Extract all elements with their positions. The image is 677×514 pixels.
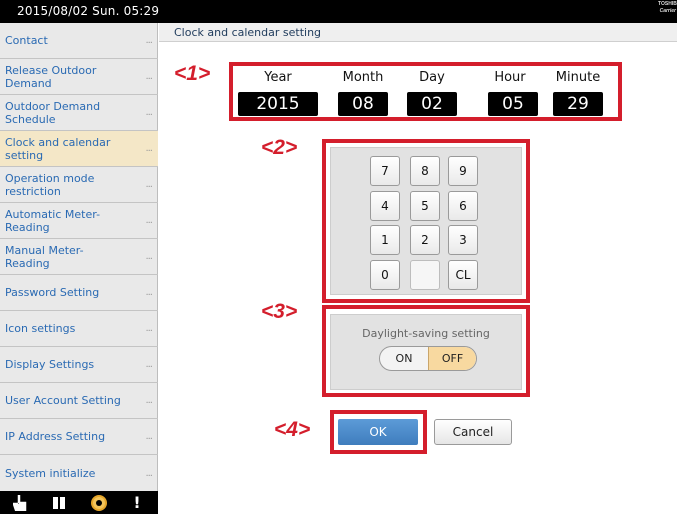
daylight-on-option[interactable]: ON bbox=[380, 347, 428, 370]
more-dots-icon: ... bbox=[145, 323, 152, 334]
key-blank bbox=[410, 260, 440, 290]
sidebar-item-system-initialize[interactable]: System initialize ... bbox=[0, 455, 158, 491]
daylight-saving-panel: Daylight-saving setting ON OFF bbox=[330, 314, 522, 390]
more-dots-icon: ... bbox=[145, 107, 152, 118]
sidebar-item-clock-calendar[interactable]: Clock and calendar setting ... bbox=[0, 131, 158, 167]
key-1[interactable]: 1 bbox=[370, 225, 400, 255]
hour-label: Hour bbox=[494, 70, 526, 85]
sidebar-item-label: Clock and calendar setting bbox=[5, 135, 111, 162]
keypad-panel: 7 8 9 4 5 6 1 2 3 0 CL bbox=[330, 147, 522, 295]
sidebar-item-contact[interactable]: Contact ... bbox=[0, 23, 158, 59]
daylight-off-option[interactable]: OFF bbox=[428, 347, 476, 370]
alert-icon[interactable]: ! bbox=[130, 494, 144, 511]
sidebar-item-label: Operation mode restriction bbox=[5, 171, 95, 198]
sidebar-item-label: IP Address Setting bbox=[5, 430, 106, 443]
bottom-icon-bar: ! bbox=[0, 491, 158, 514]
callout-1: <1> bbox=[174, 62, 211, 85]
callout-3: <3> bbox=[261, 300, 298, 323]
brand-logo-line2: Carrier bbox=[659, 8, 676, 14]
minute-field[interactable]: 29 bbox=[553, 92, 603, 116]
callout-2: <2> bbox=[261, 136, 298, 159]
sidebar-item-display-settings[interactable]: Display Settings ... bbox=[0, 347, 158, 383]
sidebar-item-label: Display Settings bbox=[5, 358, 95, 371]
sidebar-item-user-account-setting[interactable]: User Account Setting ... bbox=[0, 383, 158, 419]
sidebar-item-label: Release Outdoor Demand bbox=[5, 63, 97, 90]
key-5[interactable]: 5 bbox=[410, 191, 440, 221]
more-dots-icon: ... bbox=[145, 431, 152, 442]
cancel-button[interactable]: Cancel bbox=[434, 419, 512, 445]
sidebar-item-label: Outdoor Demand Schedule bbox=[5, 99, 101, 126]
more-dots-icon: ... bbox=[145, 143, 152, 154]
page-title: Clock and calendar setting bbox=[174, 26, 322, 39]
sidebar-item-label: Password Setting bbox=[5, 286, 100, 299]
brand-logo: TOSHIBA Carrier bbox=[658, 1, 677, 20]
month-label: Month bbox=[342, 70, 384, 85]
key-3[interactable]: 3 bbox=[448, 225, 478, 255]
key-0[interactable]: 0 bbox=[370, 260, 400, 290]
brand-logo-line1: TOSHIBA bbox=[658, 1, 677, 7]
sidebar-item-label: Automatic Meter- Reading bbox=[5, 207, 101, 234]
month-field[interactable]: 08 bbox=[338, 92, 388, 116]
current-datetime: 2015/08/02 Sun. 05:29 bbox=[17, 4, 160, 18]
sidebar-item-label: Contact bbox=[5, 34, 48, 47]
more-dots-icon: ... bbox=[145, 179, 152, 190]
callout-4: <4> bbox=[274, 418, 311, 441]
key-6[interactable]: 6 bbox=[448, 191, 478, 221]
key-7[interactable]: 7 bbox=[370, 156, 400, 186]
year-label: Year bbox=[264, 70, 292, 85]
key-2[interactable]: 2 bbox=[410, 225, 440, 255]
sidebar-item-manual-meter-reading[interactable]: Manual Meter- Reading ... bbox=[0, 239, 158, 275]
ok-button[interactable]: OK bbox=[338, 419, 418, 445]
year-field[interactable]: 2015 bbox=[238, 92, 318, 116]
sidebar-item-operation-mode-restriction[interactable]: Operation mode restriction ... bbox=[0, 167, 158, 203]
key-8[interactable]: 8 bbox=[410, 156, 440, 186]
gear-icon[interactable] bbox=[87, 494, 111, 511]
sidebar-item-label: Manual Meter- Reading bbox=[5, 243, 84, 270]
key-4[interactable]: 4 bbox=[370, 191, 400, 221]
hour-field[interactable]: 05 bbox=[488, 92, 538, 116]
more-dots-icon: ... bbox=[145, 359, 152, 370]
sidebar-item-outdoor-demand-schedule[interactable]: Outdoor Demand Schedule ... bbox=[0, 95, 158, 131]
key-9[interactable]: 9 bbox=[448, 156, 478, 186]
sidebar-item-release-outdoor-demand[interactable]: Release Outdoor Demand ... bbox=[0, 59, 158, 95]
more-dots-icon: ... bbox=[145, 395, 152, 406]
page-header: Clock and calendar setting bbox=[159, 23, 677, 42]
more-dots-icon: ... bbox=[145, 287, 152, 298]
sidebar-item-label: Icon settings bbox=[5, 322, 76, 335]
sidebar-item-label: User Account Setting bbox=[5, 394, 121, 407]
day-label: Day bbox=[419, 70, 445, 85]
more-dots-icon: ... bbox=[145, 467, 152, 479]
daylight-saving-title: Daylight-saving setting bbox=[362, 327, 490, 340]
sidebar-item-label: System initialize bbox=[5, 466, 96, 480]
day-field[interactable]: 02 bbox=[407, 92, 457, 116]
hand-icon[interactable] bbox=[12, 494, 30, 512]
more-dots-icon: ... bbox=[145, 251, 152, 262]
sidebar-item-icon-settings[interactable]: Icon settings ... bbox=[0, 311, 158, 347]
daylight-saving-toggle[interactable]: ON OFF bbox=[379, 346, 477, 371]
more-dots-icon: ... bbox=[145, 35, 152, 46]
sidebar-item-ip-address-setting[interactable]: IP Address Setting ... bbox=[0, 419, 158, 455]
minute-label: Minute bbox=[555, 70, 601, 85]
key-clear[interactable]: CL bbox=[448, 260, 478, 290]
top-bar: 2015/08/02 Sun. 05:29 TOSHIBA Carrier bbox=[0, 0, 677, 23]
book-icon[interactable] bbox=[50, 494, 68, 511]
app-window: 2015/08/02 Sun. 05:29 TOSHIBA Carrier Co… bbox=[0, 0, 677, 514]
sidebar-item-password-setting[interactable]: Password Setting ... bbox=[0, 275, 158, 311]
sidebar: Contact ... Release Outdoor Demand ... O… bbox=[0, 23, 158, 491]
sidebar-item-automatic-meter-reading[interactable]: Automatic Meter- Reading ... bbox=[0, 203, 158, 239]
more-dots-icon: ... bbox=[145, 215, 152, 226]
more-dots-icon: ... bbox=[145, 71, 152, 82]
